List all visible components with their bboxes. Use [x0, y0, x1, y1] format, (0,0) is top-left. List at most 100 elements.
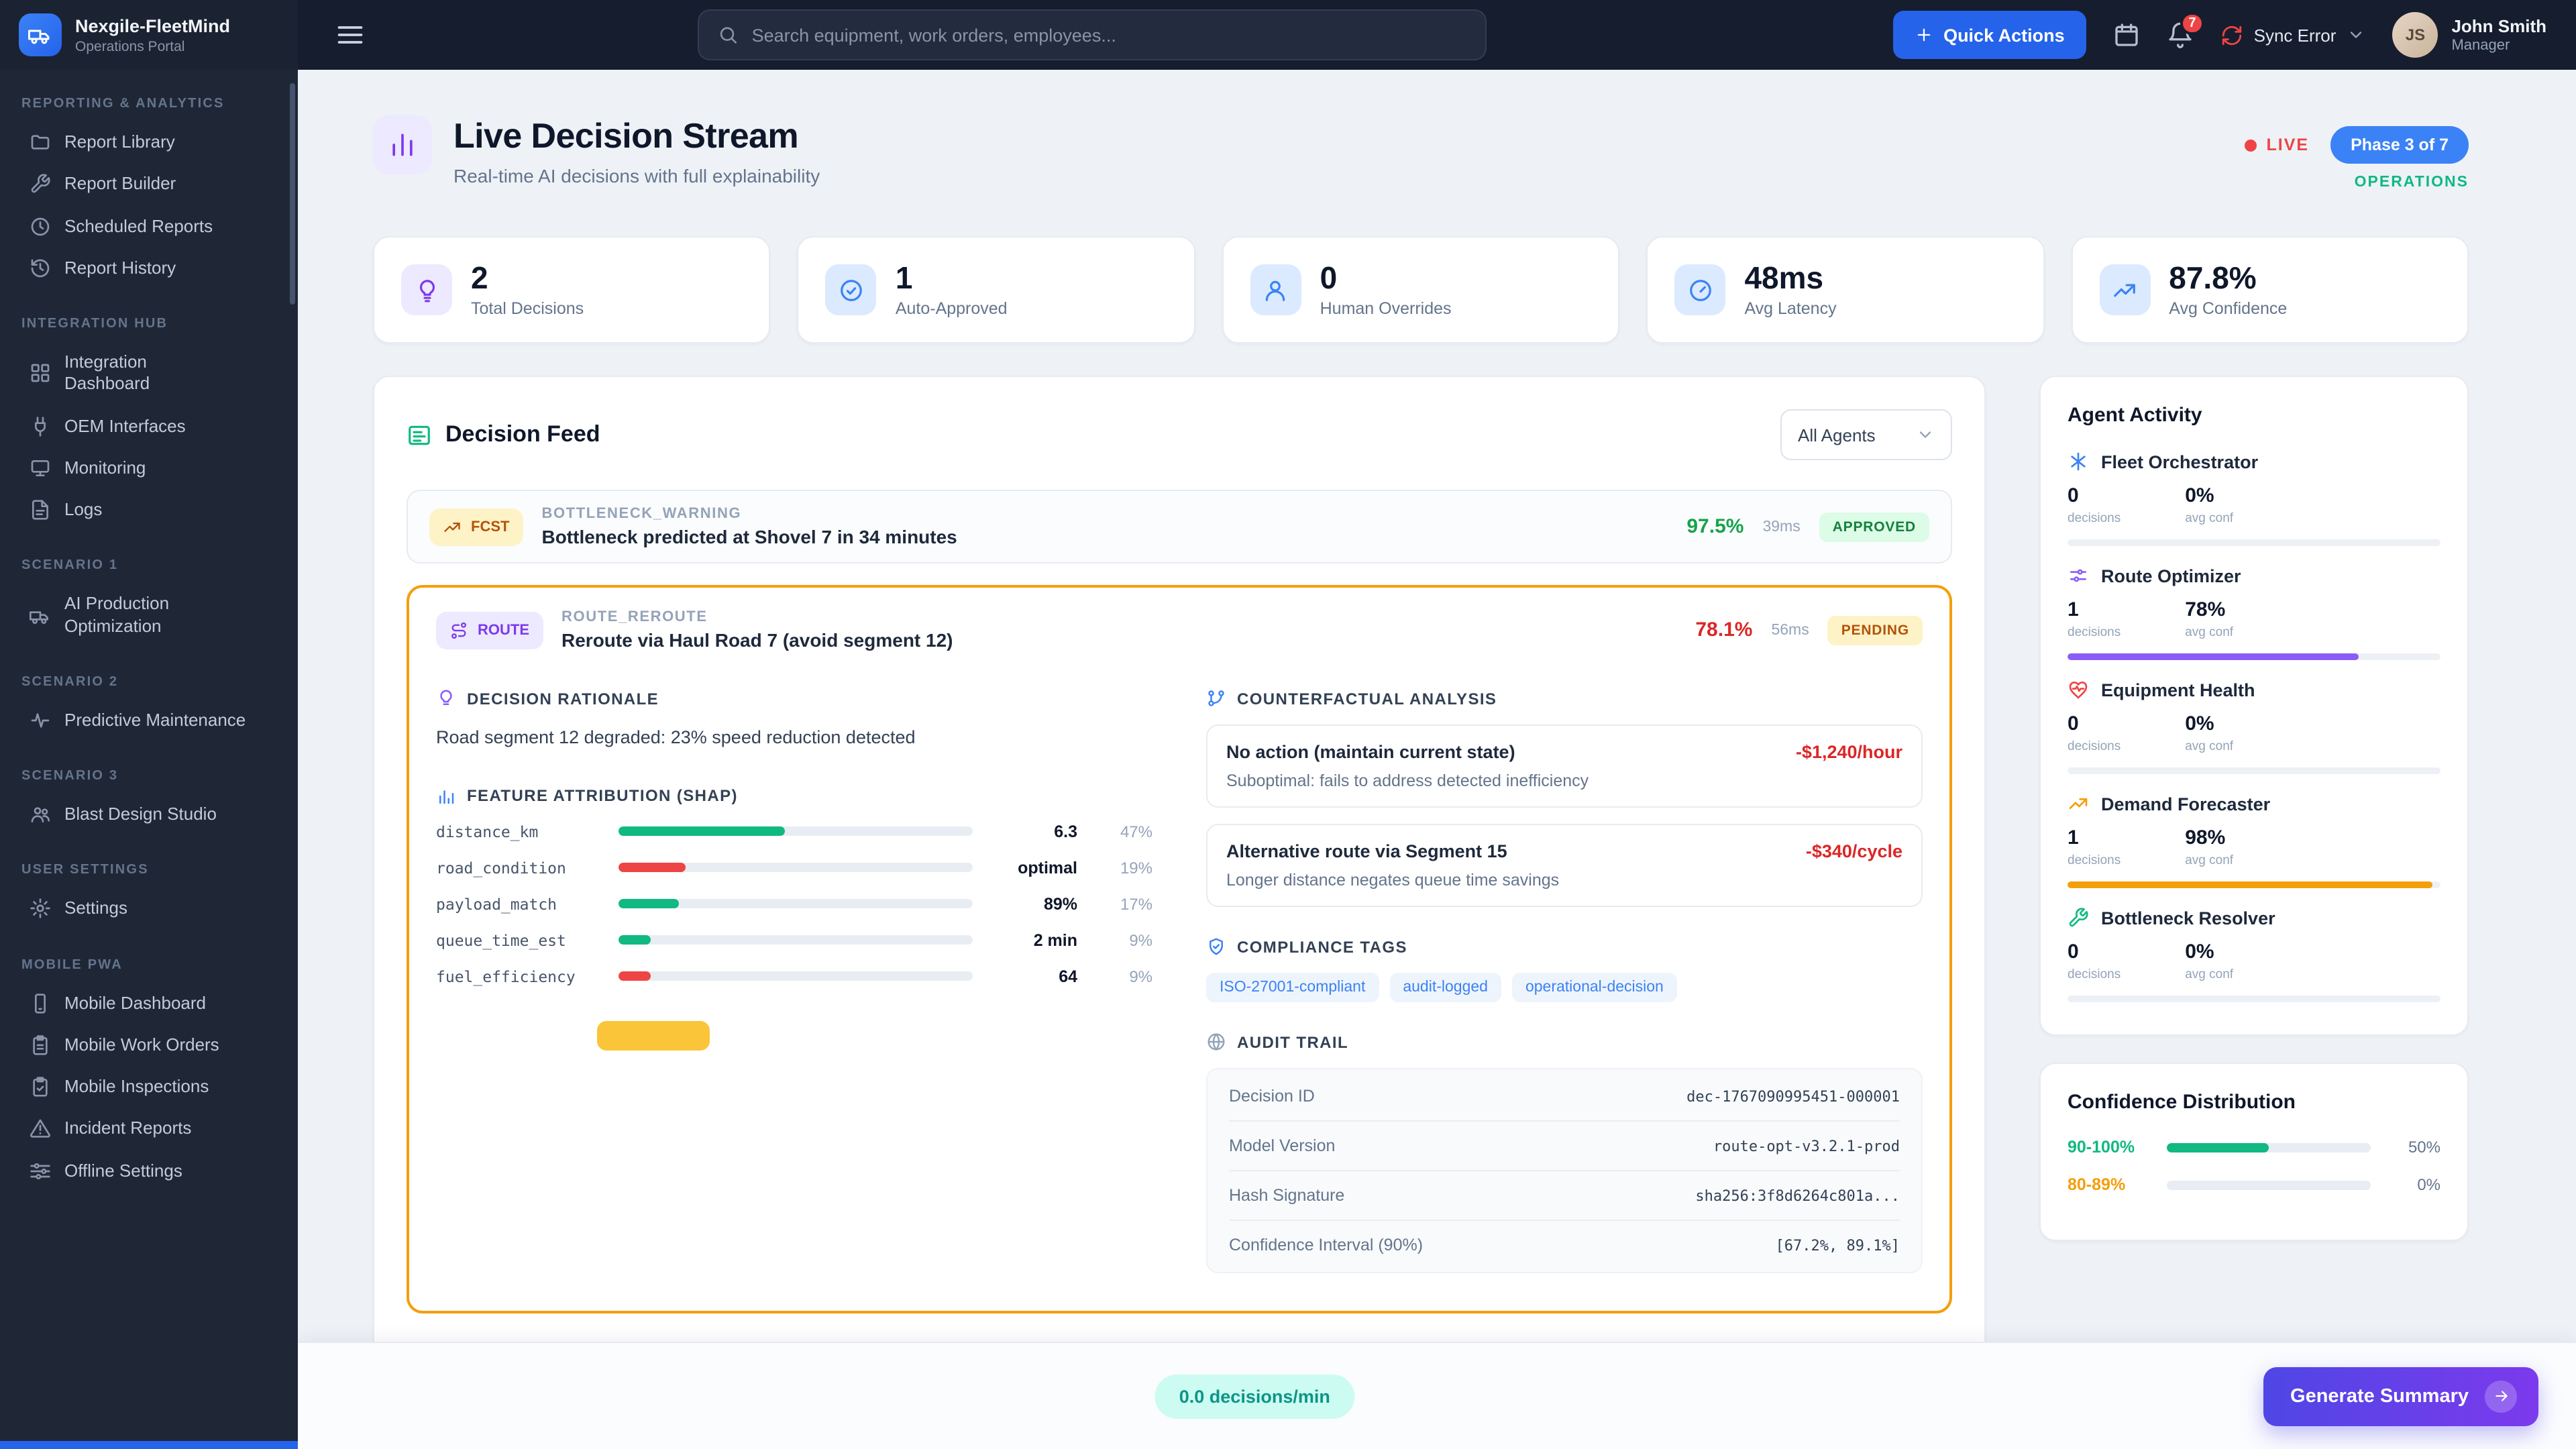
- sidebar-item-settings[interactable]: Settings: [11, 889, 287, 930]
- user-role: Manager: [2451, 38, 2546, 54]
- distribution-range: 90-100%: [2068, 1138, 2151, 1157]
- agent-decisions: 0: [2068, 941, 2121, 964]
- generate-summary-button[interactable]: Generate Summary: [2263, 1366, 2538, 1426]
- generate-summary-label: Generate Summary: [2290, 1385, 2469, 1407]
- cf-note: Longer distance negates queue time savin…: [1226, 871, 1902, 890]
- sidebar-item-label: Settings: [64, 898, 127, 920]
- user-menu[interactable]: JS John Smith Manager: [2392, 12, 2546, 58]
- decision-rate-pill: 0.0 decisions/min: [1155, 1374, 1354, 1418]
- agent-avg-conf: 0%: [2185, 713, 2233, 736]
- menu-icon[interactable]: [335, 20, 365, 50]
- stats-row: 2 Total Decisions 1 Auto-Approved: [373, 236, 2469, 344]
- sidebar-item-label: Report Library: [64, 131, 175, 154]
- sliders-icon: [2068, 566, 2089, 587]
- agent-avg-conf-label: avg conf: [2185, 968, 2233, 983]
- section-label-reporting: REPORTING & ANALYTICS: [0, 70, 298, 121]
- sidebar-item-incident-reports[interactable]: Incident Reports: [11, 1109, 287, 1150]
- sidebar-item-report-history[interactable]: Report History: [11, 248, 287, 289]
- trending-up-icon: [443, 518, 462, 537]
- audit-row: Decision ID dec-1767090995451-000001: [1229, 1073, 1900, 1122]
- sidebar-item-blast-design-studio[interactable]: Blast Design Studio: [11, 794, 287, 835]
- sidebar-item-label: Scheduled Reports: [64, 215, 213, 237]
- sidebar-item-mobile-dashboard[interactable]: Mobile Dashboard: [11, 983, 287, 1024]
- audit-value: sha256:3f8d6264c801a...: [1695, 1187, 1900, 1205]
- partial-hidden-control[interactable]: [597, 1021, 710, 1051]
- app-logo-block[interactable]: Nexgile-FleetMind Operations Portal: [0, 0, 298, 70]
- sidebar: Nexgile-FleetMind Operations Portal REPO…: [0, 0, 298, 1449]
- sidebar-item-label: Logs: [64, 499, 102, 521]
- distribution-pct: 0%: [2387, 1176, 2440, 1195]
- shap-bar: [619, 863, 686, 873]
- plug-icon: [30, 415, 51, 437]
- shap-feature: road_condition: [436, 859, 602, 877]
- chevron-down-icon: [2347, 25, 2365, 44]
- folder-icon: [30, 131, 51, 153]
- global-search[interactable]: [698, 9, 1487, 60]
- agent-avg-conf: 0%: [2185, 941, 2233, 964]
- stat-avg-latency: 48ms Avg Latency: [1646, 236, 2044, 344]
- sidebar-item-label: Blast Design Studio: [64, 804, 217, 826]
- confidence-value: 97.5%: [1686, 516, 1743, 539]
- sidebar-item-label: Integration Dashboard: [64, 352, 223, 395]
- sync-status-dropdown[interactable]: Sync Error: [2220, 23, 2366, 46]
- cf-title: No action (maintain current state): [1226, 743, 1515, 763]
- arrow-right-icon: [2485, 1380, 2517, 1412]
- compliance-tag: audit-logged: [1389, 973, 1501, 1003]
- sidebar-item-scheduled-reports[interactable]: Scheduled Reports: [11, 206, 287, 247]
- sidebar-item-report-builder[interactable]: Report Builder: [11, 164, 287, 205]
- topbar: Quick Actions 7 Sync Error JS John Smith…: [298, 0, 2576, 70]
- agent-progress-bar: [2068, 882, 2433, 889]
- rationale-text: Road segment 12 degraded: 23% speed redu…: [436, 725, 1152, 751]
- quick-actions-button[interactable]: Quick Actions: [1892, 11, 2086, 59]
- sidebar-item-integration-dashboard[interactable]: Integration Dashboard: [11, 342, 287, 405]
- sidebar-item-mobile-inspections[interactable]: Mobile Inspections: [11, 1067, 287, 1108]
- clock-icon: [30, 215, 51, 237]
- sidebar-item-offline-settings[interactable]: Offline Settings: [11, 1150, 287, 1191]
- stat-value: 87.8%: [2169, 262, 2287, 296]
- user-icon: [1250, 264, 1301, 315]
- sidebar-item-oem-interfaces[interactable]: OEM Interfaces: [11, 406, 287, 447]
- sidebar-item-report-library[interactable]: Report Library: [11, 122, 287, 163]
- agent-bottleneck-resolver: Bottleneck Resolver 0decisions 0%avg con…: [2068, 908, 2440, 1003]
- cf-delta: -$1,240/hour: [1796, 743, 1902, 763]
- feed-item-route-reroute[interactable]: ROUTE ROUTE_REROUTE Reroute via Haul Roa…: [407, 586, 1952, 1314]
- agent-decisions: 0: [2068, 485, 2121, 508]
- shap-bar: [619, 900, 679, 909]
- sidebar-item-ai-production-optimization[interactable]: AI Production Optimization: [11, 584, 287, 647]
- user-name: John Smith: [2451, 16, 2546, 36]
- agent-route-optimizer: Route Optimizer 1decisions 78%avg conf: [2068, 566, 2440, 661]
- asterisk-icon: [2068, 451, 2089, 473]
- agent-filter-select[interactable]: All Agents: [1780, 410, 1952, 461]
- agent-decisions-label: decisions: [2068, 512, 2121, 527]
- stat-total-decisions: 2 Total Decisions: [373, 236, 771, 344]
- sidebar-scrollbar[interactable]: [290, 83, 295, 305]
- shap-value: optimal: [989, 859, 1077, 877]
- feed-list-icon: [407, 423, 432, 448]
- trending-up-icon: [2099, 264, 2150, 315]
- sidebar-item-mobile-work-orders[interactable]: Mobile Work Orders: [11, 1025, 287, 1066]
- shap-feature: distance_km: [436, 822, 602, 841]
- calendar-icon[interactable]: [2113, 21, 2140, 48]
- notifications-button[interactable]: 7: [2167, 21, 2194, 48]
- confidence-distribution-title: Confidence Distribution: [2068, 1091, 2440, 1114]
- sidebar-item-predictive-maintenance[interactable]: Predictive Maintenance: [11, 700, 287, 741]
- shap-row: payload_match 89% 17%: [436, 895, 1152, 914]
- status-badge: PENDING: [1828, 616, 1923, 645]
- shap-value: 6.3: [989, 822, 1077, 841]
- fcst-badge: FCST: [429, 508, 523, 546]
- truck-icon: [30, 604, 51, 626]
- search-input[interactable]: [752, 25, 1466, 45]
- stat-human-overrides: 0 Human Overrides: [1222, 236, 1620, 344]
- page-title: Live Decision Stream: [453, 115, 820, 157]
- decision-type: BOTTLENECK_WARNING: [541, 506, 957, 523]
- app-title: Nexgile-FleetMind: [75, 15, 230, 36]
- distribution-row: 80-89% 0%: [2068, 1176, 2440, 1195]
- feed-item-bottleneck-warning[interactable]: FCST BOTTLENECK_WARNING Bottleneck predi…: [407, 490, 1952, 564]
- compare-icon: [1206, 689, 1226, 709]
- agent-avg-conf-label: avg conf: [2185, 740, 2233, 755]
- sidebar-item-logs[interactable]: Logs: [11, 490, 287, 531]
- notification-badge: 7: [2181, 12, 2204, 35]
- sidebar-item-monitoring[interactable]: Monitoring: [11, 448, 287, 489]
- live-dot: [2245, 139, 2257, 151]
- content-area: Live Decision Stream Real-time AI decisi…: [298, 70, 2576, 1449]
